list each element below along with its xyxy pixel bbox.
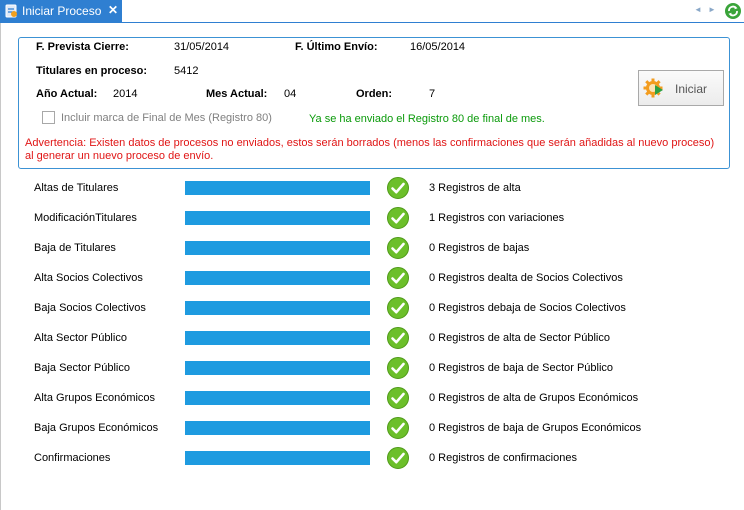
registro80-note: Ya se ha enviado el Registro 80 de final…: [309, 113, 545, 125]
step-status: 3 Registros de alta: [429, 182, 521, 194]
step-status: 0 Registros debaja de Socios Colectivos: [429, 302, 626, 314]
step-progress-fill: [185, 361, 370, 375]
step-progress-fill: [185, 241, 370, 255]
mes-label: Mes Actual:: [206, 88, 267, 100]
step-progress-fill: [185, 391, 370, 405]
gear-play-icon: [643, 77, 665, 99]
step-status: 0 Registros de confirmaciones: [429, 452, 577, 464]
step-row: Alta Grupos Económicos 0 Registros de alt…: [0, 385, 744, 411]
step-row: ModificaciónTitulares 1 Registros con var…: [0, 205, 744, 231]
check-icon: [387, 357, 409, 379]
step-row: Confirmaciones 0 Registros de confirmacio…: [0, 445, 744, 471]
anio-value: 2014: [113, 88, 137, 100]
step-progress-bar: [185, 301, 370, 315]
check-icon: [387, 177, 409, 199]
step-progress-bar: [185, 271, 370, 285]
step-status: 0 Registros dealta de Socios Colectivos: [429, 272, 623, 284]
close-icon[interactable]: ✕: [108, 3, 118, 17]
step-progress-fill: [185, 301, 370, 315]
step-status: 0 Registros de baja de Grupos Económicos: [429, 422, 641, 434]
step-progress-fill: [185, 211, 370, 225]
step-progress-bar: [185, 181, 370, 195]
step-progress-fill: [185, 451, 370, 465]
step-progress-bar: [185, 451, 370, 465]
step-status: 0 Registros de baja de Sector Público: [429, 362, 613, 374]
anio-label: Año Actual:: [36, 88, 97, 100]
step-row: Baja Socios Colectivos 0 Registros debaja…: [0, 295, 744, 321]
orden-label: Orden:: [356, 88, 392, 100]
process-icon: [4, 4, 18, 18]
step-progress-fill: [185, 271, 370, 285]
scroll-right-icon[interactable]: ►: [708, 5, 716, 14]
step-progress-bar: [185, 241, 370, 255]
warning-message: Advertencia: Existen datos de procesos n…: [25, 137, 715, 163]
fecha-prevista-label: F. Prevista Cierre:: [36, 41, 129, 53]
step-row: Alta Sector Público 0 Registros de alta d…: [0, 325, 744, 351]
refresh-icon[interactable]: [724, 2, 742, 20]
tab-strip: Iniciar Proceso ✕ ◄ ►: [0, 0, 744, 23]
check-icon: [387, 297, 409, 319]
step-status: 0 Registros de alta de Sector Público: [429, 332, 610, 344]
step-label: Baja Socios Colectivos: [34, 302, 146, 314]
check-icon: [387, 207, 409, 229]
step-progress-bar: [185, 421, 370, 435]
check-icon: [387, 267, 409, 289]
check-icon: [387, 417, 409, 439]
step-progress-fill: [185, 421, 370, 435]
step-label: Confirmaciones: [34, 452, 110, 464]
titulares-label: Titulares en proceso:: [36, 65, 147, 77]
iniciar-label: Iniciar: [675, 82, 707, 96]
step-label: Baja de Titulares: [34, 242, 116, 254]
step-row: Alta Socios Colectivos 0 Registros dealta…: [0, 265, 744, 291]
step-progress-fill: [185, 181, 370, 195]
ultimo-envio-label: F. Último Envío:: [295, 41, 378, 53]
step-progress-bar: [185, 211, 370, 225]
ultimo-envio-value: 16/05/2014: [410, 41, 465, 53]
scroll-left-icon[interactable]: ◄: [694, 5, 702, 14]
final-mes-checkbox-label[interactable]: Incluir marca de Final de Mes (Registro …: [61, 112, 272, 124]
titulares-value: 5412: [174, 65, 198, 77]
iniciar-button[interactable]: Iniciar: [638, 70, 724, 106]
tab-title: Iniciar Proceso: [22, 4, 101, 18]
step-progress-bar: [185, 361, 370, 375]
step-progress-bar: [185, 391, 370, 405]
step-status: 0 Registros de alta de Grupos Económicos: [429, 392, 638, 404]
step-progress-fill: [185, 331, 370, 345]
step-label: Alta Sector Público: [34, 332, 127, 344]
step-label: Baja Grupos Económicos: [34, 422, 158, 434]
mes-value: 04: [284, 88, 296, 100]
fecha-prevista-value: 31/05/2014: [174, 41, 229, 53]
check-icon: [387, 327, 409, 349]
step-row: Baja Grupos Económicos 0 Registros de baj…: [0, 415, 744, 441]
orden-value: 7: [429, 88, 435, 100]
step-label: Alta Socios Colectivos: [34, 272, 143, 284]
step-row: Altas de Titulares 3 Registros de alta: [0, 175, 744, 201]
step-label: Altas de Titulares: [34, 182, 118, 194]
step-label: Alta Grupos Económicos: [34, 392, 155, 404]
step-label: ModificaciónTitulares: [34, 212, 137, 224]
step-row: Baja de Titulares 0 Registros de bajas: [0, 235, 744, 261]
step-progress-bar: [185, 331, 370, 345]
step-status: 1 Registros con variaciones: [429, 212, 564, 224]
step-label: Baja Sector Público: [34, 362, 130, 374]
final-mes-checkbox[interactable]: [42, 111, 55, 124]
step-status: 0 Registros de bajas: [429, 242, 529, 254]
check-icon: [387, 447, 409, 469]
check-icon: [387, 387, 409, 409]
tab-iniciar-proceso[interactable]: Iniciar Proceso ✕: [0, 0, 122, 23]
check-icon: [387, 237, 409, 259]
step-row: Baja Sector Público 0 Registros de baja d…: [0, 355, 744, 381]
